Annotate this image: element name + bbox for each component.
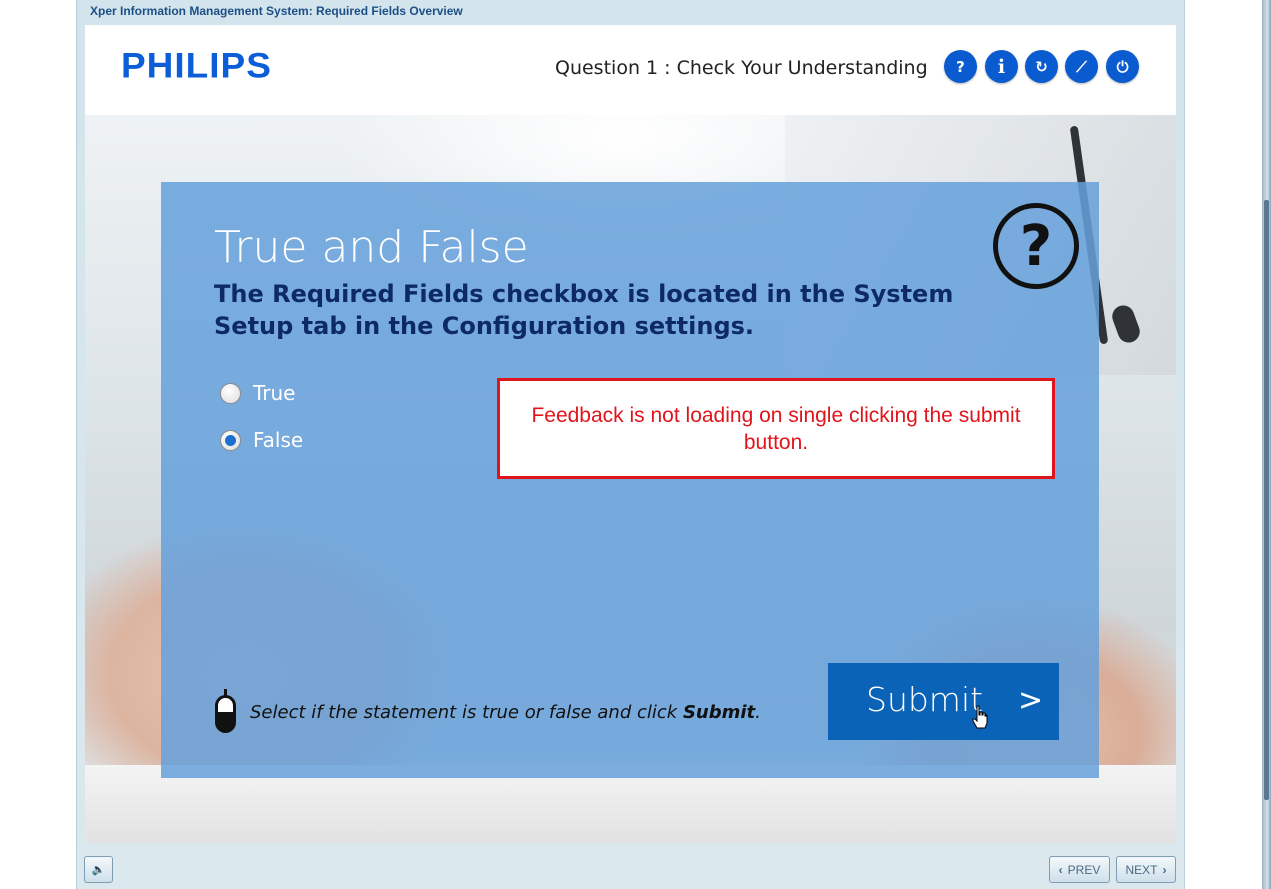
replay-icon: ↻: [1035, 57, 1048, 76]
speaker-icon: 🔈: [91, 864, 106, 876]
mouse-icon: [215, 689, 236, 733]
volume-button[interactable]: 🔈: [84, 856, 113, 883]
compass-icon: ⟋: [1076, 57, 1087, 76]
next-button[interactable]: NEXT ›: [1116, 856, 1176, 883]
philips-logo: PHILIPS: [121, 46, 272, 85]
info-icon: i: [997, 55, 1006, 78]
radio-true[interactable]: [220, 382, 241, 404]
info-button[interactable]: i: [985, 50, 1018, 83]
exit-button[interactable]: ⏻: [1106, 50, 1139, 83]
scrollbar-thumb[interactable]: [1264, 200, 1269, 800]
replay-button[interactable]: ↻: [1025, 50, 1058, 83]
instruction-prefix: Select if the statement is true or false…: [250, 702, 683, 723]
prev-label: PREV: [1067, 862, 1101, 877]
quiz-title: True and False: [214, 222, 529, 273]
quiz-statement: The Required Fields checkbox is located …: [214, 280, 954, 340]
annotation-callout: Feedback is not loading on single clicki…: [497, 378, 1055, 479]
radio-false[interactable]: [220, 429, 241, 451]
prev-button[interactable]: ‹ PREV: [1049, 856, 1110, 883]
question-title: Question 1 : Check Your Understanding: [555, 57, 928, 79]
chevron-right-icon: >: [1018, 683, 1044, 718]
power-icon: ⏻: [1116, 57, 1129, 76]
annotation-text: Feedback is not loading on single clicki…: [531, 403, 1021, 454]
instruction-text: Select if the statement is true or false…: [250, 702, 761, 723]
hand-cursor-icon: [972, 705, 988, 729]
question-mark-icon: ?: [993, 203, 1079, 289]
next-label: NEXT: [1125, 862, 1158, 877]
window-title: Xper Information Management System: Requ…: [90, 4, 463, 18]
submit-label: Submit: [866, 680, 984, 719]
option-true[interactable]: True: [220, 381, 295, 405]
option-true-label[interactable]: True: [253, 381, 295, 405]
instruction-suffix: .: [755, 702, 761, 723]
option-false-label[interactable]: False: [253, 428, 303, 452]
help-icon: ?: [956, 57, 965, 76]
compass-button[interactable]: ⟋: [1065, 50, 1098, 83]
submit-button[interactable]: Submit >: [828, 663, 1059, 740]
scrollbar[interactable]: [1262, 0, 1271, 889]
chevron-right-small-icon: ›: [1162, 862, 1167, 877]
instruction-bold: Submit: [682, 702, 756, 723]
help-button[interactable]: ?: [944, 50, 977, 83]
option-false[interactable]: False: [220, 428, 303, 452]
chevron-left-icon: ‹: [1058, 862, 1063, 877]
